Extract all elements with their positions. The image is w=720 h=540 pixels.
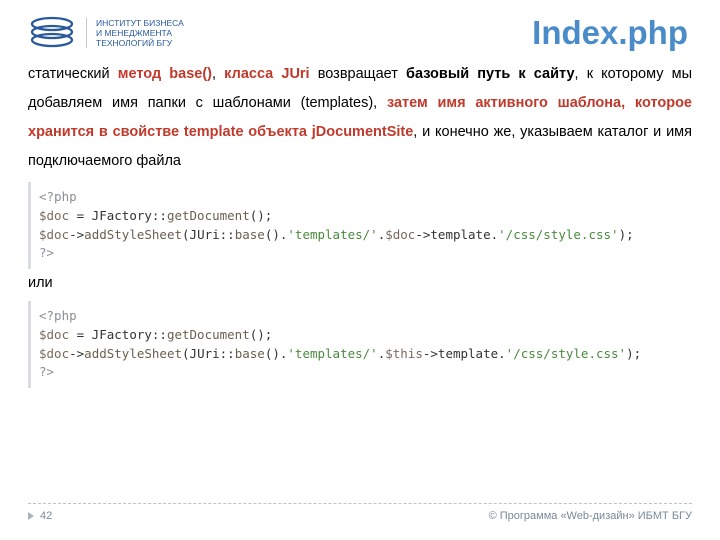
text-plain: , bbox=[212, 66, 224, 82]
code-block-1: <?php $doc = JFactory::getDocument(); $d… bbox=[28, 182, 692, 269]
logo-text: ИНСТИТУТ БИЗНЕСА И МЕНЕДЖМЕНТА ТЕХНОЛОГИ… bbox=[86, 18, 184, 49]
code-str: 'templates/' bbox=[287, 346, 377, 361]
triangle-icon bbox=[28, 512, 34, 520]
text-plain: возвращает bbox=[310, 66, 406, 82]
slide-header: ИНСТИТУТ БИЗНЕСА И МЕНЕДЖМЕНТА ТЕХНОЛОГИ… bbox=[0, 0, 720, 60]
code-op: ->template. bbox=[423, 346, 506, 361]
code-op: (). bbox=[265, 346, 288, 361]
code-func: addStyleSheet bbox=[84, 346, 182, 361]
code-func: base bbox=[235, 227, 265, 242]
code-var: $doc bbox=[39, 327, 69, 342]
body-paragraph: статический метод base(), класса JUri во… bbox=[0, 60, 720, 176]
code-func: getDocument bbox=[167, 208, 250, 223]
code-op: (JUri:: bbox=[182, 346, 235, 361]
page-title: Index.php bbox=[532, 14, 688, 52]
code-op: (); bbox=[250, 208, 273, 223]
code-tag: <?php bbox=[39, 189, 77, 204]
code-str: '/css/style.css' bbox=[506, 346, 626, 361]
code-var: $doc bbox=[39, 227, 69, 242]
code-op: (). bbox=[265, 227, 288, 242]
code-op: (); bbox=[250, 327, 273, 342]
code-op: = JFactory:: bbox=[69, 208, 167, 223]
code-str: '/css/style.css' bbox=[498, 227, 618, 242]
code-op: (JUri:: bbox=[182, 227, 235, 242]
code-func: base bbox=[235, 346, 265, 361]
code-block-2: <?php $doc = JFactory::getDocument(); $d… bbox=[28, 301, 692, 388]
code-op: -> bbox=[69, 227, 84, 242]
text-bold: базовый путь к сайту bbox=[406, 66, 575, 82]
code-str: 'templates/' bbox=[287, 227, 377, 242]
page-number-block: 42 bbox=[28, 510, 52, 522]
text-keyword: класса JUri bbox=[224, 66, 309, 82]
code-tag: ?> bbox=[39, 364, 54, 379]
page-number: 42 bbox=[40, 510, 52, 522]
code-var: $doc bbox=[39, 208, 69, 223]
code-op: -> bbox=[69, 346, 84, 361]
logo-block: ИНСТИТУТ БИЗНЕСА И МЕНЕДЖМЕНТА ТЕХНОЛОГИ… bbox=[28, 16, 184, 50]
code-func: getDocument bbox=[167, 327, 250, 342]
code-tag: <?php bbox=[39, 308, 77, 323]
footer-divider bbox=[28, 503, 692, 504]
code-op: ->template. bbox=[415, 227, 498, 242]
code-var: $doc bbox=[39, 346, 69, 361]
code-op: = JFactory:: bbox=[69, 327, 167, 342]
code-var: $this bbox=[385, 346, 423, 361]
slide-footer: 42 © Программа «Web-дизайн» ИБМТ БГУ bbox=[28, 503, 692, 522]
copyright-text: © Программа «Web-дизайн» ИБМТ БГУ bbox=[489, 510, 692, 522]
code-func: addStyleSheet bbox=[84, 227, 182, 242]
or-separator: или bbox=[0, 273, 720, 295]
code-op: ); bbox=[619, 227, 634, 242]
code-op: ); bbox=[626, 346, 641, 361]
globe-icon bbox=[28, 16, 76, 50]
text-plain: статический bbox=[28, 66, 118, 82]
text-keyword: метод base() bbox=[118, 66, 212, 82]
code-var: $doc bbox=[385, 227, 415, 242]
code-tag: ?> bbox=[39, 245, 54, 260]
